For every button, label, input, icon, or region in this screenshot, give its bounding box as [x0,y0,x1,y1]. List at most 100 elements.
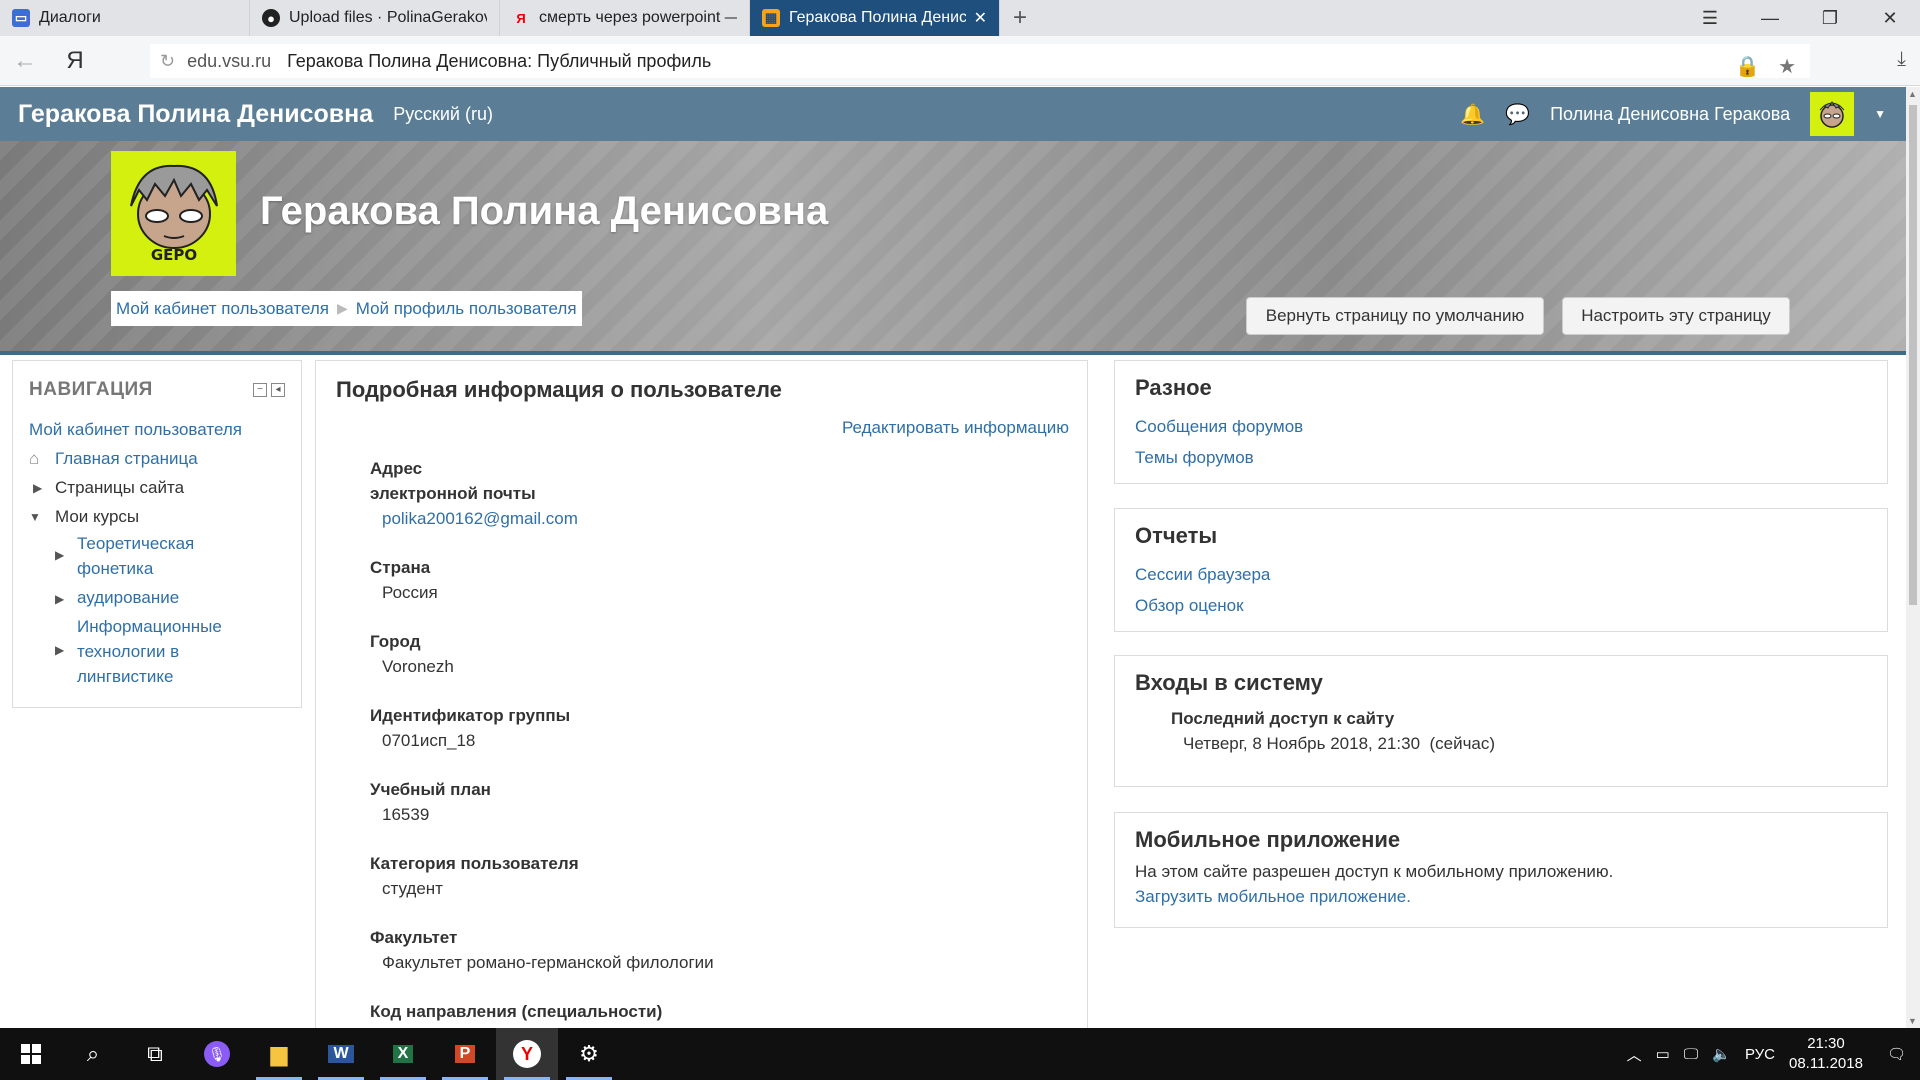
github-icon: ● [262,9,280,27]
mobile-text: На этом сайте разрешен доступ к мобильно… [1135,862,1614,881]
scrollbar-thumb[interactable] [1909,105,1917,605]
customize-page-button[interactable]: Настроить эту страницу [1562,297,1790,335]
breadcrumb-separator-icon: ▶ [336,300,348,316]
browser-menu-icon[interactable]: ☰ [1680,0,1740,36]
scroll-up-icon[interactable]: ▲ [1908,89,1917,99]
course-link-listening[interactable]: аудирование [77,588,179,607]
tab-title: Геракова Полина Денисовна [789,9,966,26]
page-scrollbar[interactable]: ▲ ▼ [1906,87,1920,1028]
breadcrumb-profile[interactable]: Мой профиль пользователя [356,299,577,319]
field-value: Факультет романо-германской филологии [382,953,714,972]
reload-icon[interactable]: ↻ [160,51,175,72]
triangle-right-icon[interactable]: ▶ [55,587,64,612]
site-brand[interactable]: Геракова Полина Денисовна [18,100,373,129]
last-access-value: Четверг, 8 Ноябрь 2018, 21:30 (сейчас) [1183,734,1496,753]
browser-tab-profile[interactable]: ▦ Геракова Полина Денисовна ✕ [750,0,1000,36]
site-navbar: Геракова Полина Денисовна Русский (ru) 🔔… [0,87,1906,141]
collapse-icon[interactable]: − [253,383,267,397]
scroll-down-icon[interactable]: ▼ [1908,1016,1917,1026]
course-name-line: аудирование [77,588,180,607]
browser-tab-dialogs[interactable]: ▭ Диалоги [0,0,250,36]
file-explorer-icon[interactable]: ▆ [248,1028,310,1080]
triangle-down-icon[interactable]: ▼ [29,503,41,532]
user-details-block: Подробная информация о пользователе Реда… [315,360,1088,1080]
minimize-icon[interactable]: — [1740,0,1800,36]
field-label: Код направления (специальности) [370,1002,663,1021]
input-language[interactable]: РУС [1745,1046,1775,1063]
logins-block: Входы в систему Последний доступ к сайту… [1114,655,1888,787]
tab-title: смерть через powerpoint — [539,9,737,26]
clock[interactable]: 21:30 08.11.2018 [1789,1034,1863,1074]
field-label: Адрес [370,459,423,478]
nav-home-link[interactable]: Главная страница [55,449,198,468]
user-menu-name[interactable]: Полина Денисовна Геракова [1550,104,1790,125]
cortana-mic-icon[interactable]: 🎙 [186,1028,248,1080]
chevron-up-icon[interactable]: ︿ [1627,1044,1642,1065]
yandex-home-icon[interactable]: Я [50,47,100,75]
triangle-right-icon[interactable]: ▶ [55,638,64,663]
browser-sessions-link[interactable]: Сессии браузера [1135,559,1867,590]
bookmark-star-icon[interactable]: ★ [1778,54,1796,79]
nav-site-pages[interactable]: Страницы сайта [55,478,184,497]
browser-tab-yandex[interactable]: Я смерть через powerpoint — [500,0,750,36]
page-title: Геракова Полина Денисовна [260,189,829,233]
battery-icon[interactable]: ▭ [1656,1045,1670,1063]
last-access: Последний доступ к сайту Четверг, 8 Нояб… [1135,706,1867,756]
reports-block: Отчеты Сессии браузера Обзор оценок [1114,508,1888,632]
course-link-phonetics[interactable]: Теоретическая фонетика [77,534,194,578]
breadcrumb-dashboard[interactable]: Мой кабинет пользователя [116,299,329,319]
forum-topics-link[interactable]: Темы форумов [1135,442,1867,473]
email-link[interactable]: polika200162@gmail.com [382,509,578,528]
moodle-icon: ▦ [762,9,780,27]
notifications-bell-icon[interactable]: 🔔 [1460,102,1485,127]
course-name-line: лингвистике [77,667,174,686]
browser-tab-bar: ▭ Диалоги ● Upload files · PolinaGerakov… [0,0,1920,36]
nav-my-courses[interactable]: Мои курсы [55,507,139,526]
course-name-line: Теоретическая [77,534,195,553]
chevron-down-icon[interactable]: ▼ [1874,107,1886,121]
browser-tab-github[interactable]: ● Upload files · PolinaGerakova [250,0,500,36]
task-view-icon[interactable]: ⧉ [124,1028,186,1080]
reset-page-button[interactable]: Вернуть страницу по умолчанию [1246,297,1544,335]
grades-overview-link[interactable]: Обзор оценок [1135,590,1867,621]
close-window-icon[interactable]: ✕ [1860,0,1920,36]
new-tab-button[interactable]: + [1000,0,1040,36]
excel-icon[interactable]: X [372,1028,434,1080]
field-value: 16539 [382,805,430,824]
url-field[interactable]: ↻ edu.vsu.ru Геракова Полина Денисовна: … [150,44,1810,78]
tab-title: Upload files · PolinaGerakova [289,9,487,26]
course-link-it-linguistics[interactable]: Информационные технологии в лингвистике [77,617,222,686]
dock-icon[interactable]: ◂ [271,383,285,397]
navigation-list: Мой кабинет пользователя ⌂ Главная стран… [29,415,285,689]
windows-start-icon[interactable] [0,1028,62,1080]
yandex-browser-icon[interactable]: Y [496,1028,558,1080]
forum-posts-link[interactable]: Сообщения форумов [1135,411,1867,442]
network-icon[interactable]: 🖵 [1684,1046,1698,1063]
messages-icon[interactable]: 💬 [1505,102,1530,127]
triangle-right-icon[interactable]: ▶ [55,543,64,568]
language-menu[interactable]: Русский (ru) [393,104,493,125]
lock-icon[interactable]: 🔒 [1735,54,1760,79]
download-icon[interactable]: ⤓ [1897,48,1906,71]
volume-icon[interactable]: 🔈 [1712,1045,1731,1063]
field-value: Россия [382,583,438,602]
user-details-list: Адрес электронной почты polika200162@gma… [370,456,970,1024]
word-icon[interactable]: W [310,1028,372,1080]
field-curriculum: Учебный план 16539 [370,777,970,827]
notifications-center-icon[interactable]: 🗨 [1887,1045,1906,1063]
restore-icon[interactable]: ❐ [1800,0,1860,36]
avatar[interactable] [1810,92,1855,136]
powerpoint-icon[interactable]: P [434,1028,496,1080]
edit-profile-link[interactable]: Редактировать информацию [842,418,1069,438]
field-label: Учебный план [370,780,491,799]
close-tab-icon[interactable]: ✕ [974,8,987,28]
field-specialty-code: Код направления (специальности) [370,999,970,1024]
nav-dashboard-link[interactable]: Мой кабинет пользователя [29,420,242,439]
search-icon[interactable]: ⌕ [62,1028,124,1080]
mobile-download-link[interactable]: Загрузить мобильное приложение. [1135,884,1867,909]
triangle-right-icon[interactable]: ▶ [33,474,42,503]
avatar-face-icon [1819,101,1845,128]
settings-gear-icon[interactable]: ⚙ [558,1028,620,1080]
yandex-icon: Я [516,10,526,26]
back-icon[interactable]: ← [0,47,50,75]
